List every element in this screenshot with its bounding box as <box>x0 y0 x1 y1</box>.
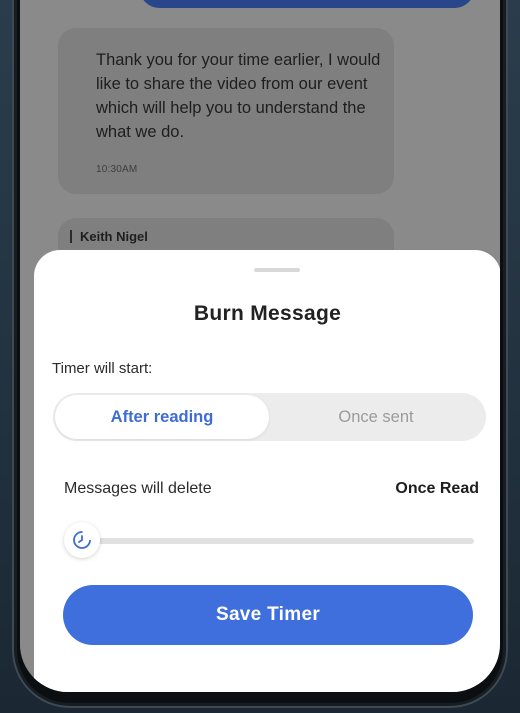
delete-value: Once Read <box>395 480 479 497</box>
save-timer-button[interactable]: Save Timer <box>63 585 473 645</box>
option-after-reading[interactable]: After reading <box>55 395 269 439</box>
slider-track[interactable] <box>80 538 474 544</box>
burn-message-sheet: Burn Message Timer will start: After rea… <box>34 250 500 692</box>
delete-label: Messages will delete <box>64 480 212 497</box>
app-screen: Thank you for your time earlier, I would… <box>20 0 500 692</box>
message-text: Thank you for your time earlier, I would… <box>96 51 381 141</box>
option-once-sent[interactable]: Once sent <box>269 395 483 439</box>
slider-thumb[interactable] <box>64 522 100 558</box>
sender-name: Keith Nigel <box>70 230 148 243</box>
message-bubble: Thank you for your time earlier, I would… <box>58 28 394 194</box>
delete-timer-slider[interactable] <box>64 522 474 558</box>
timer-start-label: Timer will start: <box>52 360 153 377</box>
timer-start-selector: After reading Once sent <box>53 393 486 441</box>
sheet-title: Burn Message <box>193 302 342 325</box>
sheet-drag-handle[interactable] <box>254 268 300 272</box>
top-action-button <box>140 0 474 8</box>
timer-icon <box>73 531 91 549</box>
message-timestamp: 10:30AM <box>96 164 138 175</box>
